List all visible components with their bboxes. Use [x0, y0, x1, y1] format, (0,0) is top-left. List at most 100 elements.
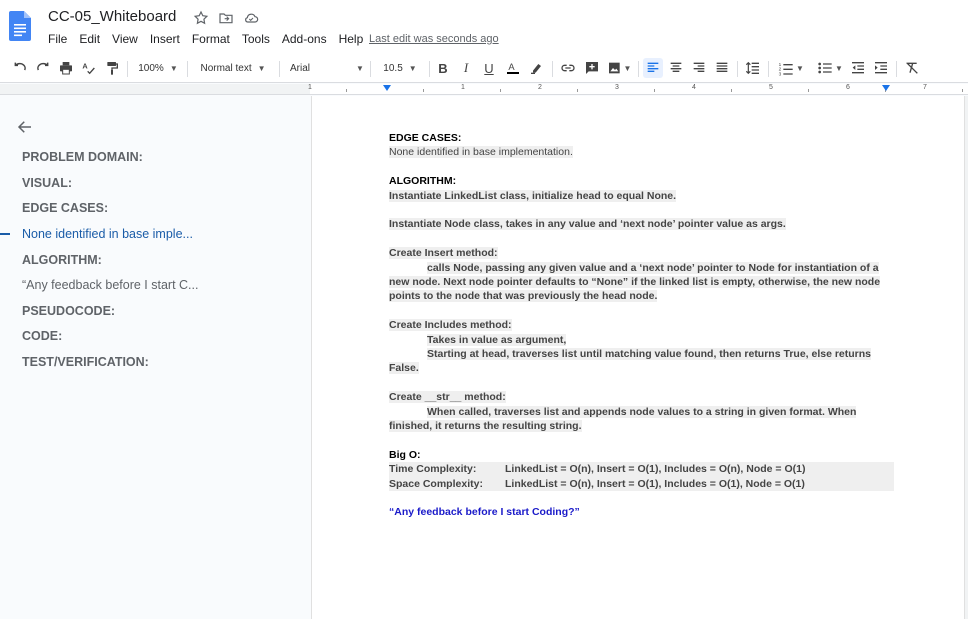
outline-item-edge-cases[interactable]: EDGE CASES:	[22, 201, 108, 215]
str-method-line: When called, traverses list and appends …	[427, 405, 857, 418]
edge-cases-heading: EDGE CASES:	[389, 132, 462, 144]
insert-method-line: calls Node, passing any given value and …	[427, 261, 879, 274]
outline-item-algorithm[interactable]: ALGORITHM:	[22, 253, 102, 267]
chevron-down-icon: ▼	[257, 63, 266, 73]
ruler-number: 5	[769, 84, 773, 91]
space-complexity-row: Space Complexity: LinkedList = O(n), Ins…	[389, 476, 894, 492]
paint-format-icon[interactable]	[102, 58, 122, 78]
ruler-number: 6	[846, 84, 850, 91]
svg-text:A: A	[508, 62, 515, 72]
insert-image-icon[interactable]: ▼	[605, 58, 633, 78]
ruler-number: 1	[461, 84, 465, 91]
font-size-value: 10.5	[383, 62, 403, 74]
zoom-value: 100%	[138, 62, 164, 74]
big-o-heading: Big O:	[389, 448, 421, 461]
outline-item-code[interactable]: CODE:	[22, 329, 62, 343]
star-icon[interactable]	[193, 10, 210, 27]
chevron-down-icon: ▼	[408, 63, 417, 73]
outline-item-visual[interactable]: VISUAL:	[22, 176, 72, 190]
menu-format[interactable]: Format	[192, 32, 230, 46]
align-right-icon[interactable]	[689, 58, 709, 78]
ruler-margin	[0, 84, 310, 95]
menu-insert[interactable]: Insert	[150, 32, 180, 46]
clear-formatting-icon[interactable]	[902, 58, 922, 78]
ruler-number: 3	[615, 84, 619, 91]
menu-addons[interactable]: Add-ons	[282, 32, 327, 46]
menu-edit[interactable]: Edit	[79, 32, 100, 46]
menu-tools[interactable]: Tools	[242, 32, 270, 46]
back-arrow-icon[interactable]	[16, 118, 34, 136]
cloud-saved-icon[interactable]	[243, 10, 260, 27]
redo-icon[interactable]	[33, 58, 53, 78]
highlight-icon[interactable]	[527, 58, 547, 78]
document-body[interactable]: EDGE CASES: None identified in base impl…	[389, 131, 894, 520]
ruler-number: 2	[538, 84, 542, 91]
time-complexity-label: Time Complexity:	[389, 463, 477, 476]
bulleted-list-icon[interactable]: ▼	[813, 58, 847, 78]
ruler-number: 1	[308, 84, 312, 91]
print-icon[interactable]	[56, 58, 76, 78]
font-dropdown[interactable]: Arial ▼	[286, 58, 364, 78]
last-edit-link[interactable]: Last edit was seconds ago	[369, 33, 499, 45]
outline-item-none-identified[interactable]: None identified in base imple...	[22, 227, 193, 241]
insert-method-line: points to the node that was previously t…	[389, 290, 658, 303]
italic-icon[interactable]: I	[457, 58, 475, 78]
bold-icon[interactable]: B	[434, 58, 452, 78]
zoom-dropdown[interactable]: 100% ▼	[134, 58, 182, 78]
insert-link-icon[interactable]	[558, 58, 578, 78]
add-comment-icon[interactable]	[582, 58, 602, 78]
align-left-icon[interactable]	[643, 58, 663, 78]
menu-view[interactable]: View	[112, 32, 138, 46]
outline-item-feedback[interactable]: “Any feedback before I start C...	[22, 278, 198, 292]
includes-method-title: Create Includes method:	[389, 319, 512, 332]
str-method-title: Create __str__ method:	[389, 391, 506, 404]
insert-method-title: Create Insert method:	[389, 247, 498, 260]
outline-item-test-verification[interactable]: TEST/VERIFICATION:	[22, 355, 149, 369]
includes-method-line: False.	[389, 362, 419, 375]
algorithm-step-2: Instantiate Node class, takes in any val…	[389, 218, 786, 231]
style-dropdown[interactable]: Normal text ▼	[194, 58, 272, 78]
algorithm-heading: ALGORITHM:	[389, 175, 457, 188]
ruler: 1 1 2 3 4 5 6 7	[308, 84, 968, 95]
space-complexity-value: LinkedList = O(n), Insert = O(1), Includ…	[505, 477, 805, 490]
outline-active-indicator	[0, 233, 10, 235]
menu-bar: File Edit View Insert Format Tools Add-o…	[48, 32, 375, 46]
menu-help[interactable]: Help	[339, 32, 364, 46]
decrease-indent-icon[interactable]	[848, 58, 868, 78]
header: CC-05_Whiteboard File Edit View Insert F…	[0, 0, 968, 53]
line-spacing-icon[interactable]	[742, 58, 764, 78]
toolbar: A 100% ▼ Normal text ▼ Arial ▼ 10.5 ▼ B …	[0, 53, 968, 83]
numbered-list-icon[interactable]: 123 ▼	[774, 58, 808, 78]
underline-icon[interactable]: U	[480, 58, 498, 78]
edge-cases-text: None identified in base implementation.	[389, 146, 573, 159]
spellcheck-icon[interactable]: A	[79, 58, 99, 78]
includes-method-line: Takes in value as argument,	[427, 333, 567, 346]
text-color-icon[interactable]: A	[503, 58, 523, 78]
font-size-dropdown[interactable]: 10.5 ▼	[377, 58, 423, 78]
insert-method-line: new node. Next node pointer defaults to …	[389, 276, 881, 289]
svg-text:A: A	[82, 62, 88, 71]
google-docs-logo-icon[interactable]	[9, 11, 31, 41]
feedback-question: “Any feedback before I start Coding?”	[389, 506, 580, 519]
undo-icon[interactable]	[10, 58, 30, 78]
algorithm-step-1: Instantiate LinkedList class, initialize…	[389, 189, 677, 202]
includes-method-line: Starting at head, traverses list until m…	[427, 348, 872, 361]
justify-icon[interactable]	[712, 58, 732, 78]
outline-item-pseudocode[interactable]: PSEUDOCODE:	[22, 304, 115, 318]
document-page[interactable]: EDGE CASES: None identified in base impl…	[311, 96, 965, 619]
increase-indent-icon[interactable]	[871, 58, 891, 78]
left-indent-marker-icon[interactable]	[383, 85, 391, 91]
docs-window: CC-05_Whiteboard File Edit View Insert F…	[0, 0, 968, 619]
menu-file[interactable]: File	[48, 32, 67, 46]
document-title[interactable]: CC-05_Whiteboard	[48, 8, 176, 25]
chevron-down-icon: ▼	[356, 63, 364, 73]
style-value: Normal text	[200, 62, 252, 74]
chevron-down-icon: ▼	[796, 63, 804, 73]
align-center-icon[interactable]	[666, 58, 686, 78]
outline-item-problem-domain[interactable]: PROBLEM DOMAIN:	[22, 150, 143, 164]
svg-text:3: 3	[779, 71, 782, 76]
space-complexity-label: Space Complexity:	[389, 477, 483, 490]
document-outline: PROBLEM DOMAIN: VISUAL: EDGE CASES: None…	[0, 96, 310, 619]
right-indent-marker-icon[interactable]	[882, 85, 890, 91]
move-folder-icon[interactable]	[218, 10, 235, 27]
